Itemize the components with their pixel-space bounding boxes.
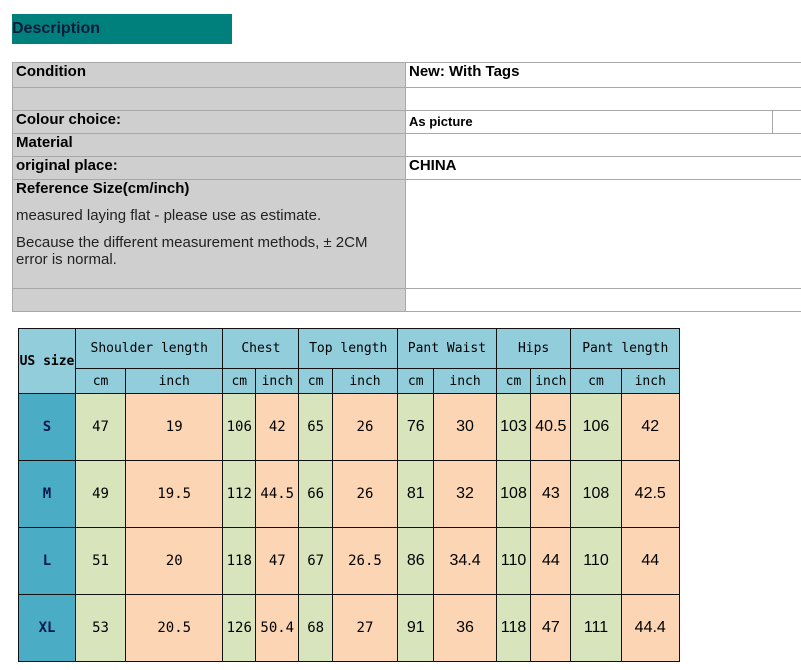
colour-value: As picture (405, 110, 773, 134)
reference-note-2: Because the different measurement method… (16, 234, 368, 268)
unit-header: cm (495, 368, 532, 394)
size-cell: XL (18, 594, 76, 662)
unit-header: cm (74, 368, 127, 394)
size-cell: S (18, 393, 76, 461)
measurement-cell: 108 (495, 460, 532, 528)
unit-header: inch (530, 368, 572, 394)
measurement-cell: 76 (397, 393, 435, 461)
measurement-cell: 47 (255, 527, 300, 595)
measurement-cell: 42 (255, 393, 300, 461)
measurement-cell: 81 (397, 460, 435, 528)
place-value: CHINA (405, 156, 801, 180)
measurement-cell: 42.5 (620, 460, 680, 528)
measurement-cell: 65 (298, 393, 333, 461)
measurement-cell: 26 (331, 393, 399, 461)
measurement-cell: 27 (331, 594, 399, 662)
measurement-cell: 44 (620, 527, 680, 595)
measurement-cell: 106 (222, 393, 257, 461)
measurement-cell: 44.5 (255, 460, 300, 528)
size-chart-table: US size Shoulder length Chest Top length Pan… (18, 328, 680, 662)
measurement-cell: 44.4 (620, 594, 680, 662)
material-value (405, 133, 801, 157)
measurement-cell: 118 (495, 594, 532, 662)
reference-value (405, 179, 801, 289)
reference-size-label: Reference Size(cm/inch) (16, 180, 190, 197)
measurement-cell: 110 (570, 527, 622, 595)
measurement-cell: 118 (222, 527, 257, 595)
measurement-cell: 20.5 (125, 594, 224, 662)
measurement-cell: 19.5 (125, 460, 224, 528)
measurement-cell: 40.5 (530, 393, 572, 461)
size-row: M 49 19.5 112 44.5 66 26 81 32 108 43 108 42.5 (18, 460, 680, 528)
column-group-header: Top length (298, 328, 399, 369)
condition-label: Condition (12, 62, 406, 88)
measurement-cell: 108 (570, 460, 622, 528)
size-cell: L (18, 527, 76, 595)
reference-note-1: measured laying flat - please use as est… (16, 207, 322, 224)
measurement-cell: 86 (397, 527, 435, 595)
size-cell: M (18, 460, 76, 528)
column-group-header: Hips (495, 328, 572, 369)
measurement-cell: 42 (620, 393, 680, 461)
measurement-cell: 68 (298, 594, 333, 662)
measurement-cell: 106 (570, 393, 622, 461)
measurement-cell: 112 (222, 460, 257, 528)
measurement-cell: 53 (74, 594, 127, 662)
measurement-cell: 36 (433, 594, 497, 662)
measurement-cell: 67 (298, 527, 333, 595)
measurement-cell: 43 (530, 460, 572, 528)
measurement-cell: 103 (495, 393, 532, 461)
measurement-cell: 111 (570, 594, 622, 662)
measurement-cell: 26 (331, 460, 399, 528)
unit-header: cm (570, 368, 622, 394)
unit-header: inch (331, 368, 399, 394)
measurement-cell: 47 (530, 594, 572, 662)
column-group-header: Pant length (570, 328, 680, 369)
measurement-cell: 49 (74, 460, 127, 528)
measurement-cell: 20 (125, 527, 224, 595)
measurement-cell: 50.4 (255, 594, 300, 662)
colour-label: Colour choice: (12, 110, 406, 134)
size-row: XL 53 20.5 126 50.4 68 27 91 36 118 47 111 44.4 (18, 594, 680, 662)
unit-header: inch (255, 368, 300, 394)
colour-extra-cell (772, 110, 801, 134)
measurement-cell: 34.4 (433, 527, 497, 595)
condition-value: New: With Tags (405, 62, 801, 88)
us-size-header: US size (18, 328, 76, 394)
unit-header: inch (620, 368, 680, 394)
column-group-header: Chest (222, 328, 300, 369)
unit-header: inch (433, 368, 497, 394)
measurement-cell: 44 (530, 527, 572, 595)
size-row: S 47 19 106 42 65 26 76 30 103 40.5 106 42 (18, 393, 680, 461)
empty-value (405, 288, 801, 312)
unit-header: inch (125, 368, 224, 394)
size-row: L 51 20 118 47 67 26.5 86 34.4 110 44 110 44 (18, 527, 680, 595)
description-banner: Description (12, 14, 232, 44)
measurement-cell: 126 (222, 594, 257, 662)
unit-header: cm (298, 368, 333, 394)
item-specifics-table: Condition New: With Tags Colour choice: As… (12, 62, 801, 312)
empty-label (12, 87, 406, 111)
material-label: Material (12, 133, 406, 157)
measurement-cell: 47 (74, 393, 127, 461)
measurement-cell: 66 (298, 460, 333, 528)
place-label: original place: (12, 156, 406, 180)
measurement-cell: 32 (433, 460, 497, 528)
unit-header: cm (397, 368, 435, 394)
empty-label (12, 288, 406, 312)
measurement-cell: 51 (74, 527, 127, 595)
measurement-cell: 110 (495, 527, 532, 595)
measurement-cell: 30 (433, 393, 497, 461)
measurement-cell: 19 (125, 393, 224, 461)
measurement-cell: 91 (397, 594, 435, 662)
column-group-header: Pant Waist (397, 328, 497, 369)
empty-value (405, 87, 801, 111)
column-group-header: Shoulder length (74, 328, 224, 369)
unit-header: cm (222, 368, 257, 394)
measurement-cell: 26.5 (331, 527, 399, 595)
